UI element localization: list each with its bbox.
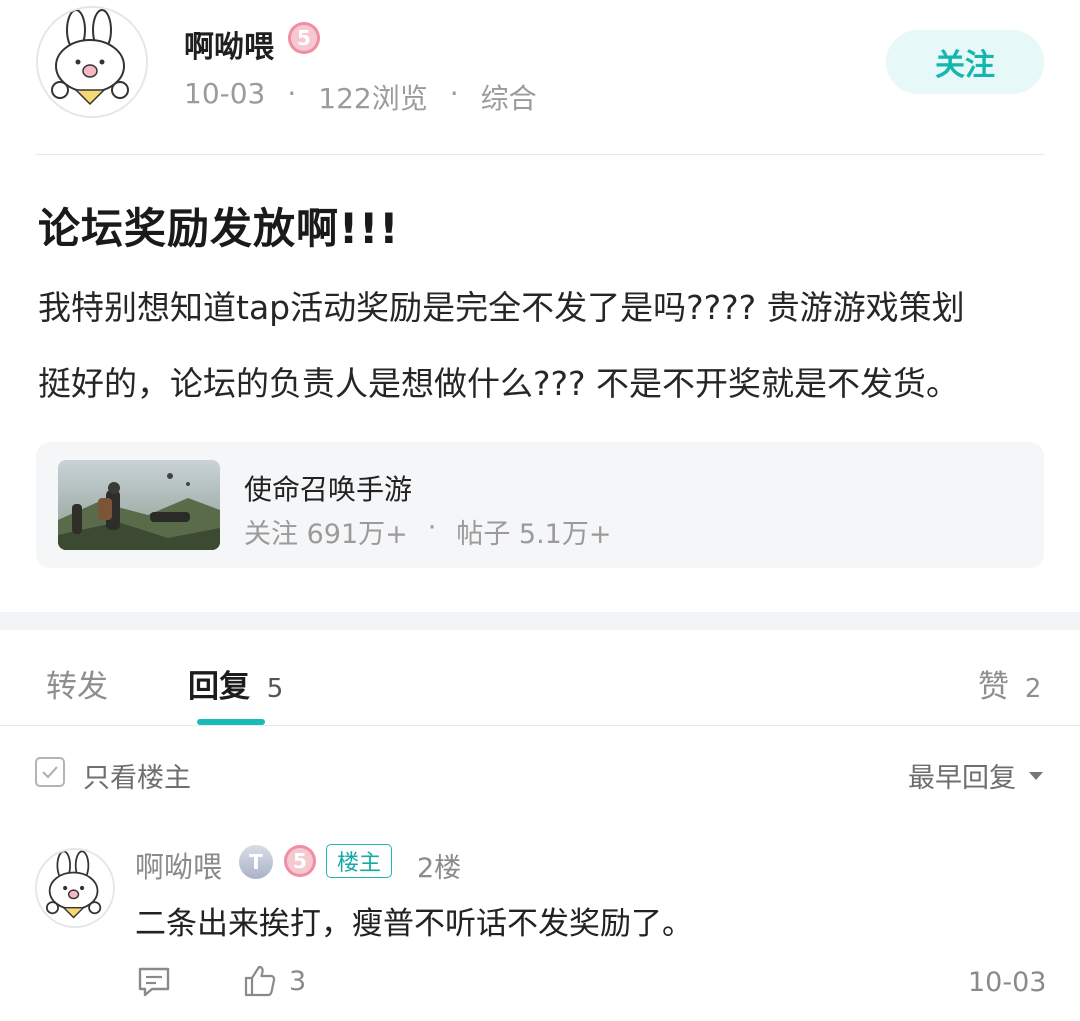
game-posts: 帖子 5.1万+: [456, 519, 612, 550]
t-badge-icon: T: [239, 845, 273, 879]
tab-reply-count: 5: [266, 674, 284, 704]
post-date: 10-03: [184, 77, 266, 110]
caret-down-icon: [1029, 771, 1043, 780]
meta-separator: ·: [449, 77, 459, 110]
t-badge-label: T: [249, 850, 263, 874]
post-body: 我特别想知道tap活动奖励是完全不发了是吗???? 贵游游戏策划 挺好的，论坛的…: [38, 270, 1048, 422]
level-number: 5: [297, 26, 311, 50]
meta-separator: ·: [287, 77, 297, 110]
game-followers: 关注 691万+: [244, 519, 408, 550]
game-thumbnail-icon: [58, 460, 220, 550]
tab-like-label: 赞: [978, 669, 1009, 705]
reply-avatar[interactable]: [35, 848, 115, 928]
reply-date: 10-03: [968, 967, 1047, 998]
sort-dropdown[interactable]: 最早回复: [908, 756, 1046, 795]
thumbs-up-icon: [244, 965, 276, 997]
comment-icon: [138, 967, 170, 997]
tab-reply[interactable]: 回复 5: [188, 661, 283, 706]
header-divider: [36, 154, 1044, 155]
sort-label: 最早回复: [908, 763, 1016, 794]
tab-forward[interactable]: 转发: [46, 661, 108, 706]
op-tag: 楼主: [326, 844, 392, 878]
game-name: 使命召唤手游: [244, 473, 413, 506]
only-op-checkbox[interactable]: [35, 757, 65, 787]
tab-reply-label: 回复: [188, 669, 250, 705]
author-avatar[interactable]: [36, 6, 148, 118]
only-op-label[interactable]: 只看楼主: [83, 756, 191, 795]
post-title: 论坛奖励发放啊!!!: [38, 204, 400, 253]
reply-author-name[interactable]: 啊呦喂: [135, 844, 222, 886]
author-name[interactable]: 啊呦喂: [184, 22, 274, 66]
tab-like-count: 2: [1024, 674, 1042, 704]
game-card[interactable]: 使命召唤手游 关注 691万+ · 帖子 5.1万+: [36, 442, 1044, 568]
follow-button[interactable]: 关注: [886, 30, 1044, 94]
post-body-line: 挺好的，论坛的负责人是想做什么??? 不是不开奖就是不发货。: [38, 364, 960, 403]
post-views: 122浏览: [318, 82, 428, 115]
like-button[interactable]: 3: [243, 964, 306, 998]
stats-separator: ·: [427, 512, 437, 543]
checkbox-icon: [42, 766, 58, 779]
section-gap: [0, 612, 1080, 630]
rabbit-avatar-icon: [38, 8, 146, 116]
game-thumbnail: [58, 460, 220, 550]
level-number: 5: [293, 849, 307, 873]
post-category[interactable]: 综合: [481, 77, 537, 117]
reply-text: 二条出来挨打，瘦普不听话不发奖励了。: [135, 906, 693, 942]
tabs-divider: [0, 725, 1080, 726]
level-badge: 5: [288, 22, 320, 54]
comment-button[interactable]: [136, 965, 172, 1003]
reply-level-badge: 5: [284, 845, 316, 877]
post-body-line: 我特别想知道tap活动奖励是完全不发了是吗???? 贵游游戏策划: [38, 288, 965, 327]
post-meta: 10-03 · 122浏览 · 综合: [184, 77, 537, 117]
tab-like[interactable]: 赞 2: [978, 661, 1041, 706]
rabbit-avatar-icon: [37, 850, 113, 926]
reply-floor: 2楼: [417, 853, 462, 884]
game-stats: 关注 691万+ · 帖子 5.1万+: [244, 512, 612, 551]
like-count: 3: [289, 965, 307, 997]
